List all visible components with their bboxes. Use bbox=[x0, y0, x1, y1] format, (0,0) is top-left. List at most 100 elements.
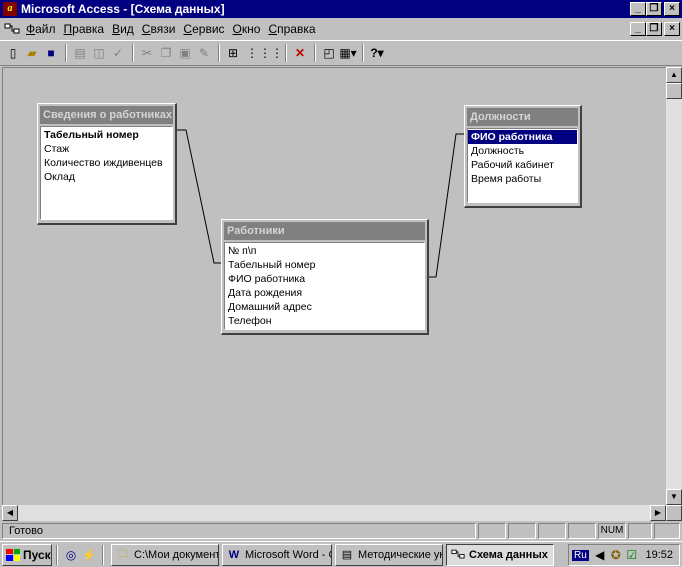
field-item[interactable]: № п\п bbox=[225, 244, 424, 258]
scroll-right-button[interactable]: ▶ bbox=[650, 505, 666, 521]
spelling-icon[interactable]: ✓ bbox=[109, 44, 127, 62]
maximize-button[interactable]: ❐ bbox=[646, 2, 662, 16]
field-item[interactable]: Дата рождения bbox=[225, 286, 424, 300]
field-item[interactable]: Табельный номер bbox=[225, 258, 424, 272]
scroll-down-button[interactable]: ▼ bbox=[666, 489, 682, 505]
vertical-scroll-thumb[interactable] bbox=[666, 83, 682, 99]
menu-tools[interactable]: Сервис bbox=[179, 22, 228, 36]
task-schema-active[interactable]: Схема данных bbox=[446, 543, 554, 566]
status-panel bbox=[568, 523, 596, 539]
cut-icon[interactable]: ✂ bbox=[138, 44, 156, 62]
table-dolzhnosti-header[interactable]: Должности bbox=[467, 108, 578, 126]
windows-logo-icon bbox=[6, 548, 20, 561]
clock[interactable]: 19:52 bbox=[645, 549, 673, 561]
field-item[interactable]: Телефон bbox=[225, 314, 424, 328]
field-item-selected[interactable]: ФИО работника bbox=[468, 130, 577, 144]
menu-help[interactable]: Справка bbox=[264, 22, 319, 36]
save-icon[interactable]: ■ bbox=[42, 44, 60, 62]
quicklaunch-outlook-icon[interactable]: ⚡ bbox=[80, 545, 98, 565]
task-label: Microsoft Word - СУ... bbox=[245, 548, 331, 561]
menu-file[interactable]: Файл bbox=[22, 22, 60, 36]
table-dolzhnosti-fields: ФИО работника Должность Рабочий кабинет … bbox=[467, 128, 578, 203]
start-label: Пуск bbox=[23, 547, 51, 562]
menu-edit[interactable]: Правка bbox=[60, 22, 109, 36]
doc-minimize-button[interactable]: _ bbox=[630, 22, 646, 36]
new-object-icon[interactable]: ▦▾ bbox=[339, 44, 357, 62]
folder-icon: 🗀 bbox=[117, 548, 129, 560]
word-icon: W bbox=[228, 548, 240, 561]
field-item[interactable]: Стаж bbox=[41, 142, 172, 156]
status-panel bbox=[478, 523, 506, 539]
doc-close-button[interactable]: × bbox=[664, 22, 680, 36]
delete-icon[interactable]: ✕ bbox=[291, 44, 309, 62]
start-button[interactable]: Пуск bbox=[2, 543, 52, 566]
tray-scheduler-icon[interactable]: ☑ bbox=[624, 548, 640, 562]
table-svedenia[interactable]: Сведения о работниках Табельный номер Ст… bbox=[37, 103, 177, 225]
status-panel bbox=[538, 523, 566, 539]
taskbar: Пуск ◎ ⚡ 🗀 C:\Мои документы W Microsoft … bbox=[0, 541, 682, 567]
scrollbar-corner bbox=[666, 505, 682, 521]
status-panel bbox=[654, 523, 680, 539]
help-icon[interactable]: ?▾ bbox=[368, 44, 386, 62]
task-methodical[interactable]: ▤ Методические ука... bbox=[335, 543, 443, 566]
show-table-icon[interactable]: ⊞ bbox=[224, 44, 242, 62]
num-lock-indicator: NUM bbox=[598, 523, 626, 539]
relationships-menu-icon[interactable] bbox=[2, 21, 22, 37]
field-item[interactable]: Оклад bbox=[41, 170, 172, 184]
show-all-relationships-icon[interactable]: ⋮⋮ bbox=[259, 44, 283, 62]
relationships-canvas[interactable]: Сведения о работниках Табельный номер Ст… bbox=[2, 67, 666, 505]
open-folder-icon[interactable]: ▰ bbox=[23, 44, 41, 62]
table-rabotniki-header[interactable]: Работники bbox=[224, 222, 425, 240]
task-word-document[interactable]: W Microsoft Word - СУ... bbox=[222, 543, 332, 566]
doc-restore-button[interactable]: ❐ bbox=[646, 22, 662, 36]
document-icon: ▤ bbox=[341, 549, 353, 561]
table-rabotniki-fields: № п\п Табельный номер ФИО работника Дата… bbox=[224, 242, 425, 330]
format-painter-icon[interactable]: ✎ bbox=[195, 44, 213, 62]
menu-bar: Файл Правка Вид Связи Сервис Окно Справк… bbox=[0, 19, 682, 39]
scroll-up-button[interactable]: ▲ bbox=[666, 67, 682, 83]
table-dolzhnosti[interactable]: Должности ФИО работника Должность Рабочи… bbox=[464, 105, 582, 208]
field-item[interactable]: Табельный номер bbox=[41, 128, 172, 142]
vertical-scrollbar[interactable]: ▲ ▼ bbox=[666, 67, 682, 505]
document-window-controls: _ ❐ × bbox=[630, 22, 680, 36]
window-controls: _ ❐ × bbox=[630, 2, 680, 16]
menu-window[interactable]: Окно bbox=[229, 22, 265, 36]
field-item[interactable]: ФИО работника bbox=[225, 272, 424, 286]
scroll-left-button[interactable]: ◀ bbox=[2, 505, 18, 521]
window-title: Microsoft Access - [Схема данных] bbox=[21, 2, 225, 16]
field-item[interactable]: Количество иждивенцев bbox=[41, 156, 172, 170]
menu-relationships[interactable]: Связи bbox=[138, 22, 180, 36]
close-button[interactable]: × bbox=[664, 2, 680, 16]
speaker-icon[interactable]: ◀ bbox=[592, 548, 608, 562]
database-window-icon[interactable]: ◰ bbox=[320, 44, 338, 62]
field-item[interactable]: Время работы bbox=[468, 172, 577, 186]
field-item[interactable]: Рабочий кабинет bbox=[468, 158, 577, 172]
system-tray: Ru ◀ ✪ ☑ 19:52 bbox=[568, 544, 680, 566]
field-item[interactable]: Домашний адрес bbox=[225, 300, 424, 314]
table-svedenia-fields: Табельный номер Стаж Количество иждивенц… bbox=[40, 126, 173, 220]
minimize-button[interactable]: _ bbox=[630, 2, 646, 16]
tray-app-icon[interactable]: ✪ bbox=[608, 548, 624, 562]
field-item[interactable]: Должность bbox=[468, 144, 577, 158]
status-bar: Готово NUM bbox=[0, 522, 682, 540]
task-label: C:\Мои документы bbox=[134, 548, 219, 561]
quicklaunch-browser-icon[interactable]: ◎ bbox=[62, 545, 80, 565]
relationship-line-tabelnyi-nomer bbox=[177, 129, 223, 264]
new-document-icon[interactable]: ▯ bbox=[4, 44, 22, 62]
table-rabotniki[interactable]: Работники № п\п Табельный номер ФИО рабо… bbox=[221, 219, 429, 335]
status-text: Готово bbox=[2, 523, 476, 539]
table-svedenia-header[interactable]: Сведения о работниках bbox=[40, 106, 173, 124]
title-bar[interactable]: a Microsoft Access - [Схема данных] _ ❐ … bbox=[0, 0, 682, 18]
menu-view[interactable]: Вид bbox=[108, 22, 138, 36]
task-label: Методические ука... bbox=[358, 548, 442, 561]
task-my-documents[interactable]: 🗀 C:\Мои документы bbox=[111, 543, 219, 566]
horizontal-scrollbar[interactable]: ◀ ▶ bbox=[2, 505, 666, 521]
status-panel bbox=[628, 523, 652, 539]
status-panel bbox=[508, 523, 536, 539]
access-app-icon[interactable]: a bbox=[3, 2, 17, 16]
print-preview-icon[interactable]: ◫ bbox=[90, 44, 108, 62]
print-icon[interactable]: ▤ bbox=[71, 44, 89, 62]
language-indicator[interactable]: Ru bbox=[572, 549, 589, 561]
paste-icon[interactable]: ▣ bbox=[176, 44, 194, 62]
copy-icon[interactable]: ❐ bbox=[157, 44, 175, 62]
